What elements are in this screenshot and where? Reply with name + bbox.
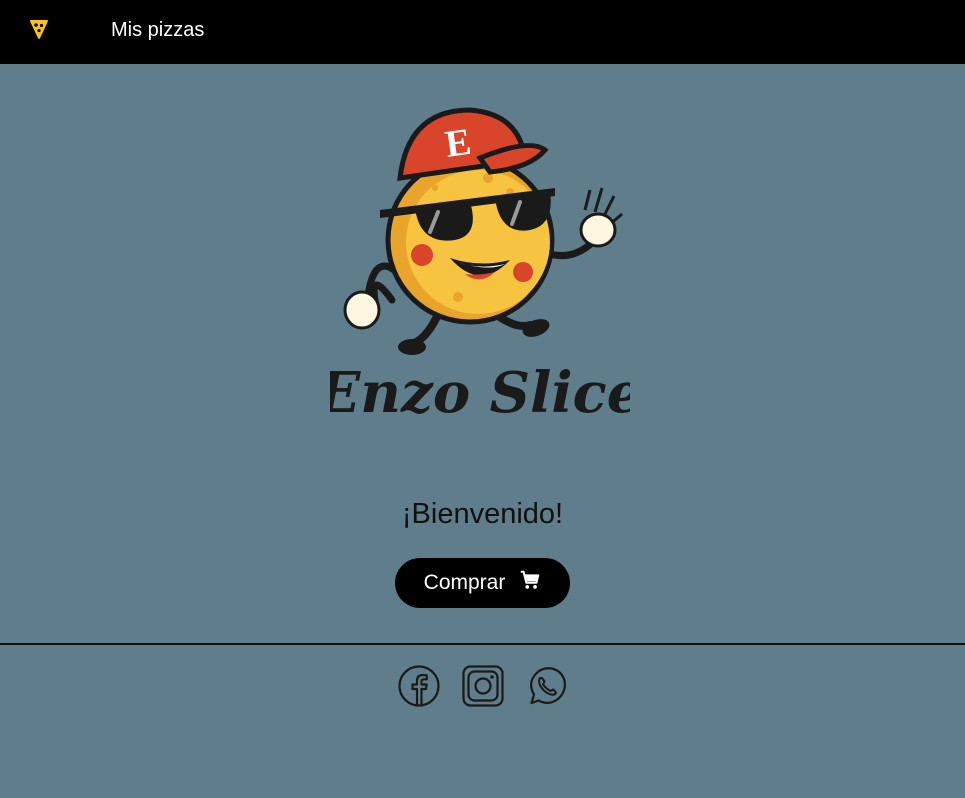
welcome-heading: ¡Bienvenido!: [401, 498, 564, 530]
whatsapp-icon[interactable]: [525, 664, 569, 708]
buy-button-label: Comprar: [423, 571, 506, 594]
nav-link-my-pizzas[interactable]: Mis pizzas: [111, 18, 204, 42]
top-navbar: Mis pizzas: [0, 0, 965, 64]
logo-wordmark: Enzo Slice: [330, 360, 630, 426]
instagram-icon[interactable]: [461, 664, 505, 708]
cart-icon: [519, 569, 541, 597]
enzo-slice-logo: E Enzo Slice: [316, 100, 642, 440]
pizza-slice-icon[interactable]: [28, 18, 50, 40]
facebook-icon[interactable]: [397, 664, 441, 708]
footer-divider: [0, 643, 965, 645]
buy-button[interactable]: Comprar: [395, 558, 570, 608]
social-links: [0, 664, 965, 708]
